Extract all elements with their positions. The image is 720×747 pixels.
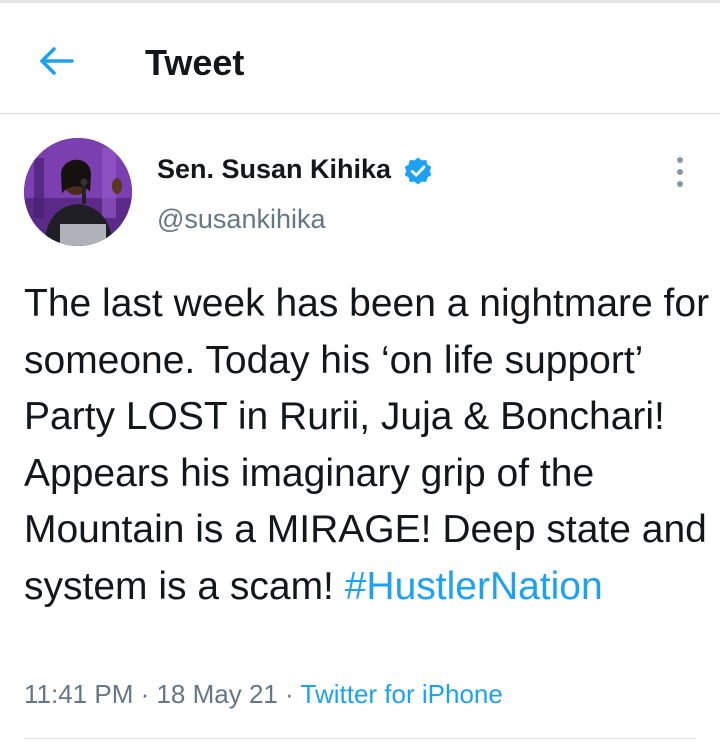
tweet-source-link[interactable]: Twitter for iPhone (301, 679, 503, 709)
tweet-text: The last week has been a nightmare for s… (24, 276, 714, 615)
page-title: Tweet (145, 42, 245, 83)
divider (24, 738, 696, 739)
meta-separator: · (133, 679, 157, 709)
avatar[interactable] (24, 138, 132, 246)
app-header: Tweet (0, 3, 720, 114)
meta-separator: · (277, 679, 301, 709)
author-handle[interactable]: @susankihika (157, 203, 326, 235)
tweet-body: The last week has been a nightmare for s… (24, 282, 710, 608)
tweet-time: 11:41 PM (24, 679, 134, 709)
back-button[interactable] (36, 43, 76, 79)
verified-badge-icon (404, 157, 432, 185)
author-name[interactable]: Sen. Susan Kihika (157, 153, 391, 185)
arrow-left-icon (40, 47, 74, 75)
more-options-button[interactable] (665, 154, 695, 190)
hashtag-link[interactable]: #HustlerNation (345, 565, 603, 608)
tweet-date: 18 May 21 (156, 679, 278, 709)
tweet-meta: 11:41 PM · 18 May 21 · Twitter for iPhon… (24, 676, 503, 712)
more-vertical-icon (677, 157, 683, 187)
